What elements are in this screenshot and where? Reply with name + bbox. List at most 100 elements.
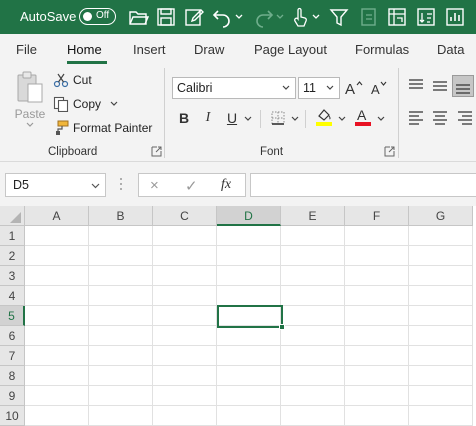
middle-align-icon[interactable]	[430, 76, 450, 96]
redo-dropdown-icon[interactable]	[275, 10, 285, 24]
cell-d10[interactable]	[217, 406, 281, 426]
cell-e3[interactable]	[281, 266, 345, 286]
cell-g8[interactable]	[409, 366, 473, 386]
row-header-3[interactable]: 3	[0, 266, 25, 286]
cell-c8[interactable]	[153, 366, 217, 386]
cell-f7[interactable]	[345, 346, 409, 366]
column-header-a[interactable]: A	[25, 206, 89, 226]
column-header-d[interactable]: D	[217, 206, 281, 226]
font-color-dropdown-icon[interactable]	[376, 114, 386, 124]
row-header-6[interactable]: 6	[0, 326, 25, 346]
cell-c4[interactable]	[153, 286, 217, 306]
active-cell[interactable]	[217, 305, 283, 328]
cell-e7[interactable]	[281, 346, 345, 366]
cell-e6[interactable]	[281, 326, 345, 346]
decrease-font-size-icon[interactable]: A	[369, 78, 389, 98]
cell-f10[interactable]	[345, 406, 409, 426]
italic-button[interactable]: I	[198, 108, 218, 128]
align-left-icon[interactable]	[406, 108, 426, 128]
cell-b5[interactable]	[89, 306, 153, 326]
cell-c10[interactable]	[153, 406, 217, 426]
tab-draw[interactable]: Draw	[194, 42, 224, 57]
row-header-2[interactable]: 2	[0, 246, 25, 266]
cell-e2[interactable]	[281, 246, 345, 266]
cell-e10[interactable]	[281, 406, 345, 426]
cell-d6[interactable]	[217, 326, 281, 346]
bottom-align-icon[interactable]	[452, 75, 474, 97]
cell-g7[interactable]	[409, 346, 473, 366]
cell-g10[interactable]	[409, 406, 473, 426]
cell-d3[interactable]	[217, 266, 281, 286]
cell-a6[interactable]	[25, 326, 89, 346]
cell-c7[interactable]	[153, 346, 217, 366]
cell-e8[interactable]	[281, 366, 345, 386]
select-all-corner[interactable]	[0, 206, 25, 226]
cell-g3[interactable]	[409, 266, 473, 286]
pivot-table-icon[interactable]	[386, 6, 408, 28]
tab-file[interactable]: File	[16, 42, 37, 57]
cell-d9[interactable]	[217, 386, 281, 406]
cell-a5[interactable]	[25, 306, 89, 326]
touch-mode-icon[interactable]	[289, 6, 311, 28]
formula-input[interactable]	[250, 173, 476, 197]
row-header-8[interactable]: 8	[0, 366, 25, 386]
edit-workbook-icon[interactable]	[183, 6, 205, 28]
font-dialog-launcher-icon[interactable]	[384, 146, 395, 157]
drag-handle-icon[interactable]	[119, 176, 123, 192]
row-header-4[interactable]: 4	[0, 286, 25, 306]
clipboard-dialog-launcher-icon[interactable]	[151, 146, 162, 157]
cancel-icon[interactable]: ×	[150, 177, 159, 194]
cell-f9[interactable]	[345, 386, 409, 406]
column-header-g[interactable]: G	[409, 206, 473, 226]
cell-f2[interactable]	[345, 246, 409, 266]
font-name-dropdown[interactable]: Calibri	[172, 77, 296, 99]
touch-dropdown-icon[interactable]	[311, 10, 321, 24]
cell-a3[interactable]	[25, 266, 89, 286]
cell-a7[interactable]	[25, 346, 89, 366]
cell-d7[interactable]	[217, 346, 281, 366]
undo-icon[interactable]	[211, 6, 233, 28]
open-folder-icon[interactable]	[127, 6, 150, 28]
row-header-5[interactable]: 5	[0, 306, 25, 326]
enter-icon[interactable]: ✓	[185, 177, 198, 195]
cell-b1[interactable]	[89, 226, 153, 246]
row-header-7[interactable]: 7	[0, 346, 25, 366]
cell-b10[interactable]	[89, 406, 153, 426]
cell-a1[interactable]	[25, 226, 89, 246]
column-header-c[interactable]: C	[153, 206, 217, 226]
cell-a4[interactable]	[25, 286, 89, 306]
insert-function-icon[interactable]: fx	[221, 177, 231, 193]
borders-dropdown-icon[interactable]	[290, 114, 300, 124]
cell-e9[interactable]	[281, 386, 345, 406]
cell-c9[interactable]	[153, 386, 217, 406]
align-center-icon[interactable]	[430, 108, 450, 128]
borders-icon[interactable]	[268, 108, 288, 128]
cell-g9[interactable]	[409, 386, 473, 406]
chart-icon[interactable]	[444, 6, 466, 28]
cell-a9[interactable]	[25, 386, 89, 406]
cell-c3[interactable]	[153, 266, 217, 286]
cell-d1[interactable]	[217, 226, 281, 246]
cell-d2[interactable]	[217, 246, 281, 266]
cell-e5[interactable]	[281, 306, 345, 326]
row-header-10[interactable]: 10	[0, 406, 25, 426]
autosave-toggle[interactable]: Off	[79, 8, 116, 25]
align-right-icon[interactable]	[455, 108, 475, 128]
cell-a10[interactable]	[25, 406, 89, 426]
copy-dropdown-icon[interactable]	[107, 99, 121, 109]
save-icon[interactable]	[155, 6, 177, 28]
tab-formulas[interactable]: Formulas	[355, 42, 409, 57]
fill-color-dropdown-icon[interactable]	[337, 114, 347, 124]
cell-f4[interactable]	[345, 286, 409, 306]
cell-g6[interactable]	[409, 326, 473, 346]
column-header-e[interactable]: E	[281, 206, 345, 226]
cell-c1[interactable]	[153, 226, 217, 246]
font-size-dropdown[interactable]: 11	[298, 77, 340, 99]
fill-color-icon[interactable]	[314, 107, 334, 127]
cell-g2[interactable]	[409, 246, 473, 266]
copy-button[interactable]: Copy	[53, 94, 121, 114]
cell-b7[interactable]	[89, 346, 153, 366]
cell-f5[interactable]	[345, 306, 409, 326]
cell-e1[interactable]	[281, 226, 345, 246]
cell-g4[interactable]	[409, 286, 473, 306]
